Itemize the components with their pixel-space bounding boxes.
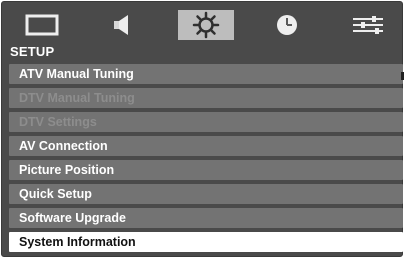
menu-item-software-upgrade[interactable]: Software Upgrade [9, 208, 403, 228]
menu-item-picture-position[interactable]: Picture Position [9, 160, 403, 180]
menu-item-atv-manual-tuning[interactable]: ATV Manual Tuning [9, 64, 403, 84]
menu-item-av-connection[interactable]: AV Connection [9, 136, 403, 156]
menu-item-system-information[interactable]: System Information [9, 232, 403, 252]
setup-menu-list: ATV Manual Tuning DTV Manual Tuning DTV … [9, 64, 403, 256]
setup-gear-icon [192, 11, 220, 39]
section-title: SETUP [10, 44, 55, 59]
tab-sound[interactable] [94, 10, 150, 40]
menu-item-quick-setup[interactable]: Quick Setup [9, 184, 403, 204]
tab-picture[interactable] [14, 10, 70, 40]
sound-icon [110, 14, 134, 36]
tab-preferences[interactable] [340, 10, 396, 40]
preferences-sliders-icon [351, 14, 385, 36]
menu-item-dtv-manual-tuning: DTV Manual Tuning [9, 88, 403, 108]
menu-item-dtv-settings: DTV Settings [9, 112, 403, 132]
picture-icon [25, 14, 59, 36]
timer-clock-icon [274, 12, 300, 38]
setup-menu-panel: SETUP ATV Manual Tuning DTV Manual Tunin… [1, 1, 403, 257]
scroll-indicator [401, 72, 404, 80]
tab-setup[interactable] [178, 10, 234, 40]
tab-timer[interactable] [259, 10, 315, 40]
menu-tab-bar [2, 2, 402, 46]
